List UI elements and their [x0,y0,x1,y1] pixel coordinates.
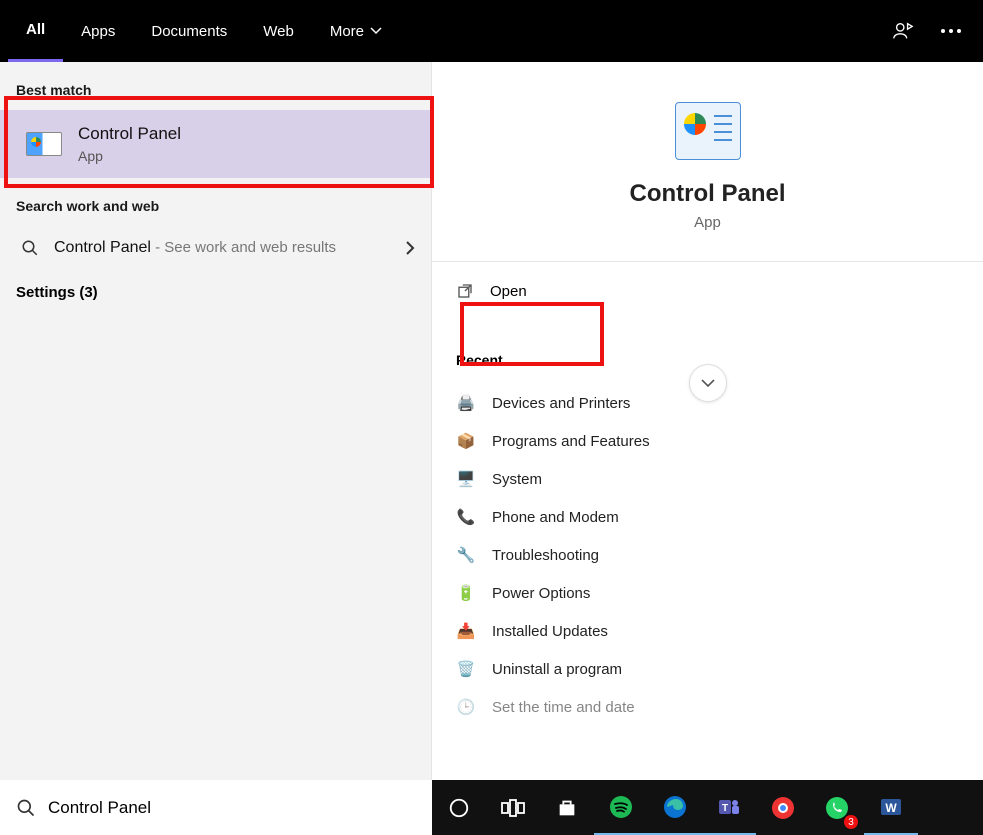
best-match-title: Control Panel [78,124,181,144]
feedback-icon[interactable] [879,0,927,62]
taskbar-teams[interactable]: T [702,780,756,835]
printer-icon: 🖨️ [456,393,476,413]
taskbar-taskview[interactable] [486,780,540,835]
recent-programs-and-features[interactable]: 📦Programs and Features [456,422,959,460]
web-result-control-panel[interactable]: Control Panel - See work and web results [0,226,431,270]
taskbar-spotify[interactable] [594,780,648,835]
tab-documents[interactable]: Documents [133,0,245,62]
options-icon[interactable] [927,0,975,62]
best-match-label: Best match [0,62,431,110]
settings-results[interactable]: Settings (3) [0,270,431,315]
control-panel-icon [675,102,741,160]
recent-set-the-time-and-date[interactable]: 🕒Set the time and date [456,688,959,726]
search-input[interactable] [48,798,416,818]
svg-text:T: T [722,803,728,814]
recent-installed-updates[interactable]: 📥Installed Updates [456,612,959,650]
recent-power-options[interactable]: 🔋Power Options [456,574,959,612]
taskbar-store[interactable] [540,780,594,835]
clock-icon: 🕒 [456,697,476,717]
taskbar-chrome[interactable] [756,780,810,835]
tab-web[interactable]: Web [245,0,312,62]
tab-all[interactable]: All [8,0,63,62]
taskbar-search[interactable] [0,780,432,835]
preview-panel: Control Panel App Open Recent 🖨️Devices … [432,62,983,780]
search-icon [16,798,36,818]
taskbar-cortana[interactable] [432,780,486,835]
control-panel-icon [26,132,62,156]
open-action[interactable]: Open [432,262,983,320]
recent-system[interactable]: 🖥️System [456,460,959,498]
box-icon: 📦 [456,431,476,451]
recent-troubleshooting[interactable]: 🔧Troubleshooting [456,536,959,574]
tab-apps[interactable]: Apps [63,0,133,62]
best-match-subtitle: App [78,148,181,164]
monitor-icon: 🖥️ [456,469,476,489]
preview-hero: Control Panel App [432,62,983,262]
best-match-control-panel[interactable]: Control Panel App [0,110,431,178]
open-label: Open [490,283,527,300]
web-result-hint: - See work and web results [151,239,336,256]
web-result-title: Control Panel [54,239,151,256]
taskbar-whatsapp[interactable]: 3 [810,780,864,835]
search-filter-tabs: All Apps Documents Web More [0,0,983,62]
open-icon [456,282,474,300]
expand-button[interactable] [689,364,727,402]
recent-uninstall-a-program[interactable]: 🗑️Uninstall a program [456,650,959,688]
uninstall-icon: 🗑️ [456,659,476,679]
taskbar-word[interactable]: W [864,780,918,835]
svg-text:W: W [885,801,897,815]
taskbar: T 3 W [0,780,983,835]
notification-badge: 3 [844,815,858,829]
preview-subtitle: App [694,214,721,231]
updates-icon: 📥 [456,621,476,641]
chevron-right-icon [405,240,415,256]
tab-more[interactable]: More [312,0,400,62]
phone-icon: 📞 [456,507,476,527]
results-panel: Best match Control Panel App Search work… [0,62,432,780]
search-icon [20,239,40,257]
power-icon: 🔋 [456,583,476,603]
taskbar-edge[interactable] [648,780,702,835]
chevron-down-icon [370,27,382,35]
preview-title: Control Panel [629,180,785,208]
recent-phone-and-modem[interactable]: 📞Phone and Modem [456,498,959,536]
wrench-icon: 🔧 [456,545,476,565]
search-web-label: Search work and web [0,178,431,226]
tab-more-label: More [330,23,364,40]
